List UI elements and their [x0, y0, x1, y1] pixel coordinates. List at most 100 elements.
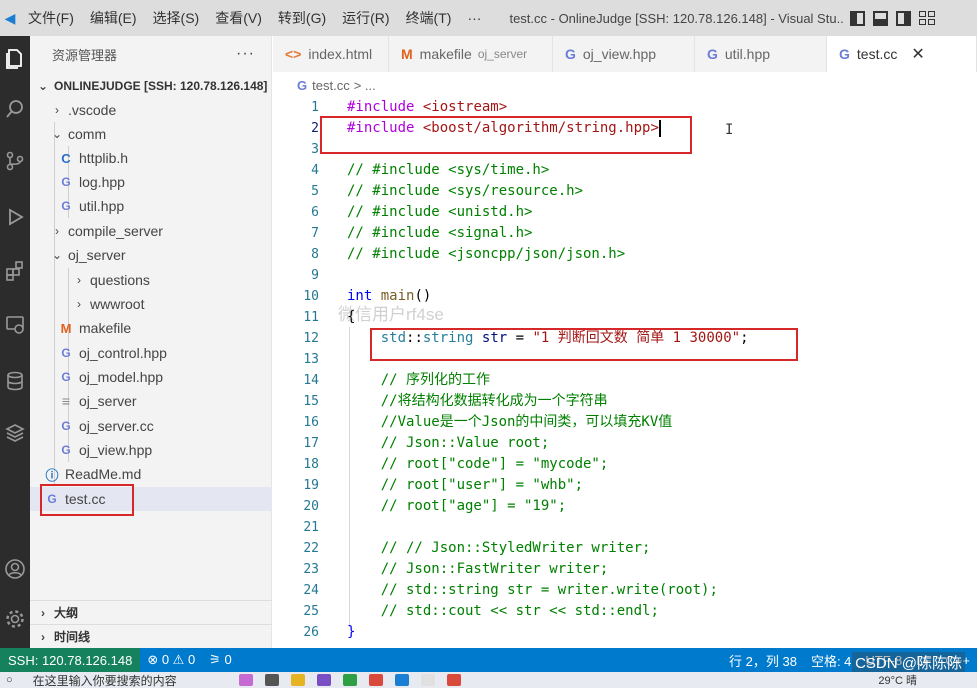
account-icon[interactable]: [2, 556, 28, 582]
tree-item-httplib[interactable]: C httplib.h: [30, 146, 272, 170]
line-number: 22: [303, 541, 319, 556]
tree-item-comm[interactable]: ⌄ comm: [30, 122, 272, 146]
tab-oj-view[interactable]: G oj_view.hpp: [553, 36, 695, 72]
outline-label: 大纲: [54, 606, 79, 620]
chrome-icon[interactable]: [446, 674, 461, 686]
app-icon[interactable]: [342, 674, 357, 686]
tab-test-cc[interactable]: G test.cc ✕: [827, 36, 977, 72]
line-number: 6: [311, 205, 319, 220]
code-editor[interactable]: 1 2 3 4 5 6 7 8 9 10 11 12 13 14 15 16 17 18 19 20 21 22 23 24 2…: [273, 96, 977, 648]
cpp-file-icon: G: [61, 199, 71, 213]
menu-view[interactable]: 查看(V): [207, 8, 270, 28]
tree-item-compile-server[interactable]: › compile_server: [30, 219, 272, 243]
cpp-file-icon: G: [61, 443, 71, 457]
tree-item-oj-server-folder[interactable]: ⌄ oj_server: [30, 243, 272, 267]
tree-item-questions[interactable]: › questions: [30, 268, 272, 292]
explorer-more-icon[interactable]: ···: [236, 45, 255, 63]
tree-item-log[interactable]: G log.hpp: [30, 170, 272, 194]
source-control-icon[interactable]: [2, 148, 28, 174]
workspace-root[interactable]: ⌄ ONLINEJUDGE [SSH: 120.78.126.148]: [30, 74, 272, 98]
remote-indicator[interactable]: SSH: 120.78.126.148: [0, 648, 141, 672]
tab-sublabel: oj_server: [477, 47, 528, 61]
layers-icon[interactable]: [2, 420, 28, 446]
menu-file[interactable]: 文件(F): [20, 8, 82, 28]
chevron-right-icon: ›: [55, 103, 59, 117]
toggle-secondary-sidebar-icon[interactable]: [896, 10, 912, 26]
taskbar-search[interactable]: 在这里输入你要搜索的内容: [33, 672, 233, 688]
chevron-down-icon: ⌄: [51, 248, 63, 262]
app-icon[interactable]: [368, 674, 383, 686]
ports-indicator[interactable]: ⚞ 0: [202, 652, 239, 668]
title-bar: ◀ 文件(F) 编辑(E) 选择(S) 查看(V) 转到(G) 运行(R) 终端…: [0, 0, 977, 36]
line-number: 20: [303, 499, 319, 514]
line-number: 11: [303, 310, 319, 325]
toggle-sidebar-icon[interactable]: [850, 10, 866, 26]
tab-index-html[interactable]: <> index.html: [273, 36, 389, 72]
code-line: #include <iostream>: [347, 99, 508, 115]
toggle-panel-icon[interactable]: [873, 10, 889, 26]
line-number: 5: [311, 184, 319, 199]
line-number: 25: [303, 604, 319, 619]
breadcrumb-file[interactable]: test.cc: [312, 78, 350, 93]
explorer-icon[interactable]: [2, 46, 28, 72]
annotation-box-string: [370, 328, 798, 361]
menu-go[interactable]: 转到(G): [270, 8, 334, 28]
folder-icon[interactable]: [290, 674, 305, 686]
problems-indicator[interactable]: ⊗ 0 ⚠ 0: [140, 652, 202, 668]
tree-item-label: httplib.h: [79, 150, 129, 166]
menu-terminal[interactable]: 终端(T): [398, 8, 460, 28]
run-debug-icon[interactable]: [2, 204, 28, 230]
tab-makefile[interactable]: M makefile oj_server: [389, 36, 553, 72]
explorer-header: 资源管理器 ···: [30, 36, 271, 72]
tree-item-readme[interactable]: ⓘ ReadMe.md: [30, 462, 272, 486]
menu-run[interactable]: 运行(R): [334, 8, 397, 28]
code-line: // #include <signal.h>: [347, 225, 533, 241]
app-icon[interactable]: [238, 674, 253, 686]
tree-item-label: oj_server.cc: [79, 418, 154, 434]
annotation-box-test-cc: [40, 484, 134, 516]
timeline-section[interactable]: › 时间线: [30, 624, 272, 648]
manage-gear-icon[interactable]: [2, 606, 28, 632]
outline-section[interactable]: › 大纲: [30, 600, 272, 624]
line-number: 1: [311, 100, 319, 115]
tree-item-oj-server-binary[interactable]: ≡ oj_server: [30, 389, 272, 413]
cpp-icon: G: [707, 46, 718, 62]
tree-item-vscode[interactable]: › .vscode: [30, 98, 272, 122]
search-icon[interactable]: ○: [6, 674, 13, 686]
customize-layout-icon[interactable]: [919, 10, 936, 26]
tree-item-oj-control[interactable]: G oj_control.hpp: [30, 341, 272, 365]
close-icon[interactable]: ✕: [911, 44, 924, 64]
menu-selection[interactable]: 选择(S): [145, 8, 208, 28]
tree-item-oj-server-cc[interactable]: G oj_server.cc: [30, 414, 272, 438]
tree-item-oj-view[interactable]: G oj_view.hpp: [30, 438, 272, 462]
tab-util[interactable]: G util.hpp: [695, 36, 827, 72]
app-icon[interactable]: [420, 674, 435, 686]
remote-explorer-icon[interactable]: [2, 312, 28, 338]
tree-item-util[interactable]: G util.hpp: [30, 194, 272, 218]
app-icon[interactable]: [264, 674, 279, 686]
code-line: // Json::Value root;: [380, 435, 550, 451]
line-number: 14: [303, 373, 319, 388]
tree-item-makefile[interactable]: M makefile: [30, 316, 272, 340]
tree-item-wwwroot[interactable]: › wwwroot: [30, 292, 272, 316]
tree-item-label: util.hpp: [79, 198, 125, 214]
indentation[interactable]: 空格: 4: [804, 651, 858, 670]
database-icon[interactable]: [2, 368, 28, 394]
menu-more[interactable]: ···: [459, 10, 489, 26]
line-number: 16: [303, 415, 319, 430]
ports-count: 0: [224, 652, 232, 667]
window-title: test.cc - OnlineJudge [SSH: 120.78.126.1…: [509, 10, 845, 26]
tree-item-oj-model[interactable]: G oj_model.hpp: [30, 365, 272, 389]
cursor-position[interactable]: 行 2，列 38: [722, 651, 804, 670]
cpp-file-icon: G: [61, 346, 71, 360]
tab-label: index.html: [308, 46, 373, 62]
visual-studio-icon[interactable]: [316, 674, 331, 686]
extensions-icon[interactable]: [2, 258, 28, 284]
breadcrumb-rest[interactable]: > ...: [354, 78, 376, 93]
menu-edit[interactable]: 编辑(E): [82, 8, 145, 28]
layout-controls: [850, 10, 936, 26]
chevron-right-icon: ›: [41, 605, 45, 620]
tree-item-label: oj_model.hpp: [79, 369, 164, 385]
search-icon[interactable]: [2, 96, 28, 122]
vscode-icon[interactable]: [394, 674, 409, 686]
